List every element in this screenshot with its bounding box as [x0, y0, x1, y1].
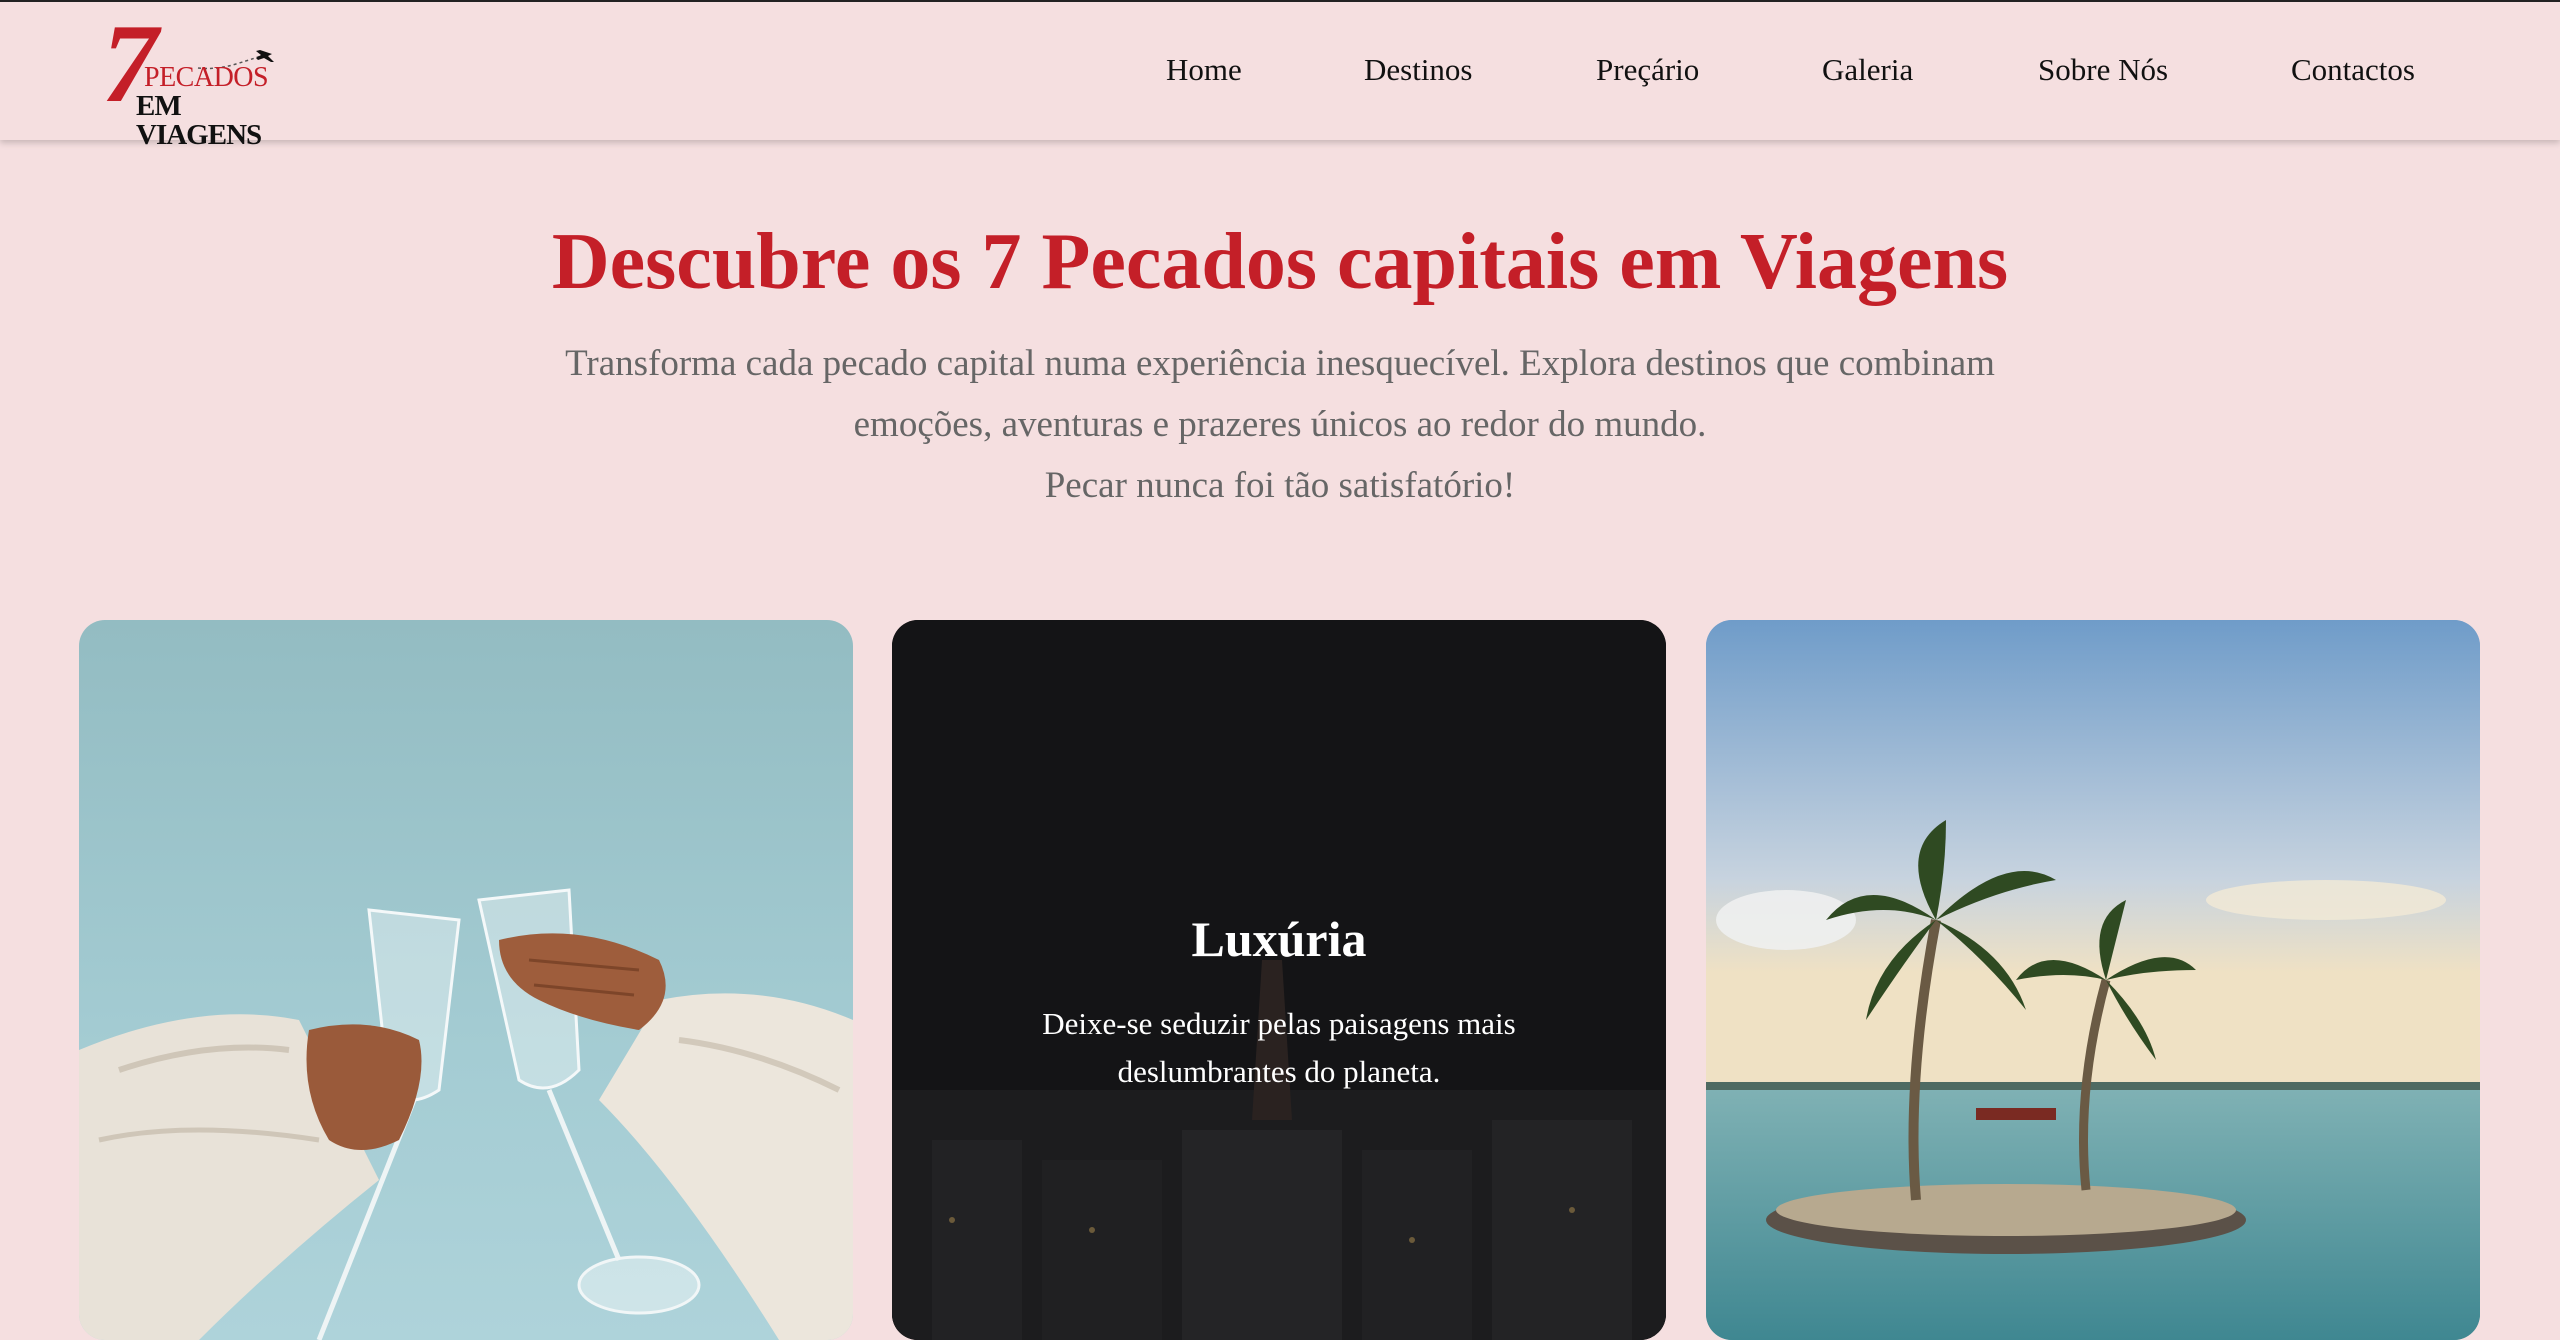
logo-text-pecados: PECADOS: [144, 62, 269, 93]
site-logo[interactable]: 7 PECADOS EM VIAGENS: [100, 8, 300, 150]
destination-card-champagne[interactable]: [79, 620, 853, 1340]
destination-card-island[interactable]: [1706, 620, 2480, 1340]
nav-precario[interactable]: Preçário: [1596, 52, 1699, 88]
hero-subtitle-line: Pecar nunca foi tão satisfatório!: [1044, 465, 1516, 506]
palm-island-image: [1706, 620, 2480, 1340]
hero-subtitle-line: Transforma cada pecado capital numa expe…: [565, 343, 1995, 384]
champagne-toast-image: [79, 888, 853, 1340]
nav-galeria[interactable]: Galeria: [1822, 52, 1913, 88]
card-description: Deixe-se seduzir pelas paisagens mais de…: [1042, 1006, 1516, 1089]
nav-home[interactable]: Home: [1166, 52, 1242, 88]
night-city-image: [892, 620, 1666, 1340]
nav-destinos[interactable]: Destinos: [1364, 52, 1473, 88]
nav-contactos[interactable]: Contactos: [2291, 52, 2415, 88]
site-header: 7 PECADOS EM VIAGENS Home Destinos Preçá…: [0, 0, 2560, 150]
hero-subtitle: Transforma cada pecado capital numa expe…: [480, 333, 2080, 516]
card-title: Luxúria: [1191, 911, 1367, 967]
nav-sobre-nos[interactable]: Sobre Nós: [2038, 52, 2168, 88]
logo-text-em-viagens: EM VIAGENS: [136, 90, 262, 151]
hero-title: Descubre os 7 Pecados capitais em Viagen…: [551, 218, 2009, 306]
destination-card-luxuria[interactable]: Luxúria Deixe-se seduzir pelas paisagens…: [892, 620, 1666, 1340]
hero-subtitle-line: emoções, aventuras e prazeres únicos ao …: [853, 404, 1707, 445]
